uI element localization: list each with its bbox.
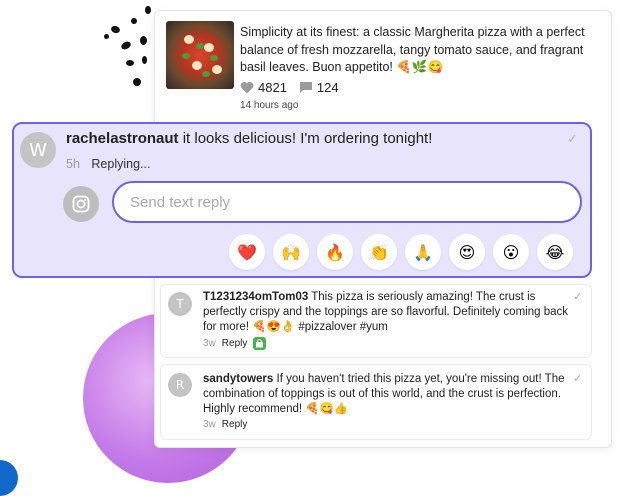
post-caption: Simplicity at its finest: a classic Marg… [240, 25, 585, 74]
quick-emoji-bar: ❤️ 🙌 🔥 👏 🙏 😍 😮 😂 [229, 234, 573, 270]
comment-body: it looks delicious! I'm ordering tonight… [178, 130, 433, 147]
comment-age: 3w [203, 419, 216, 430]
check-icon[interactable]: ✓ [573, 372, 582, 385]
comments-stat: 124 [299, 80, 339, 95]
avatar[interactable]: R [168, 373, 192, 397]
post-thumbnail[interactable] [166, 21, 234, 89]
emoji-raised-hands-button[interactable]: 🙌 [273, 234, 309, 270]
reply-link[interactable]: Reply [222, 338, 248, 349]
check-icon[interactable]: ✓ [567, 131, 578, 147]
post-timestamp: 14 hours ago [240, 100, 299, 111]
comments-count: 124 [316, 80, 339, 95]
shopping-bag-icon[interactable] [253, 337, 267, 350]
comment-meta: 3w Reply [203, 337, 267, 350]
replying-status: Replying... [91, 157, 151, 171]
comment-meta: 3w Reply [203, 419, 247, 430]
comment-icon [299, 82, 312, 93]
comment-author[interactable]: sandytowers [203, 373, 273, 385]
check-icon[interactable]: ✓ [573, 290, 582, 303]
comment-author[interactable]: rachelastronaut [66, 130, 179, 147]
emoji-heart-button[interactable]: ❤️ [229, 234, 265, 270]
reply-link[interactable]: Reply [222, 419, 248, 430]
active-comment-meta: 5h Replying... [66, 157, 150, 171]
likes-stat: 4821 [240, 80, 287, 95]
comment-age: 3w [203, 338, 216, 349]
emoji-pray-button[interactable]: 🙏 [405, 234, 441, 270]
heart-icon [240, 81, 254, 94]
emoji-fire-button[interactable]: 🔥 [317, 234, 353, 270]
emoji-heart-eyes-button[interactable]: 😍 [449, 234, 485, 270]
active-comment-text: rachelastronaut it looks delicious! I'm … [66, 130, 432, 147]
comment-text: sandytowers If you haven't tried this pi… [203, 372, 568, 417]
post-stats: 4821 124 [240, 80, 345, 95]
avatar[interactable]: W [20, 132, 56, 168]
comment-author[interactable]: T1231234omTom03 [203, 291, 308, 303]
comment-age: 5h [66, 157, 80, 171]
avatar[interactable]: T [168, 292, 192, 316]
decorative-blue-circle [0, 460, 18, 496]
emoji-clap-button[interactable]: 👏 [361, 234, 397, 270]
emoji-laughing-button[interactable]: 😂 [537, 234, 573, 270]
likes-count: 4821 [258, 80, 287, 95]
comment-text: T1231234omTom03 This pizza is seriously … [203, 290, 568, 335]
instagram-icon [63, 186, 99, 222]
emoji-surprised-button[interactable]: 😮 [493, 234, 529, 270]
reply-input[interactable] [112, 181, 582, 223]
